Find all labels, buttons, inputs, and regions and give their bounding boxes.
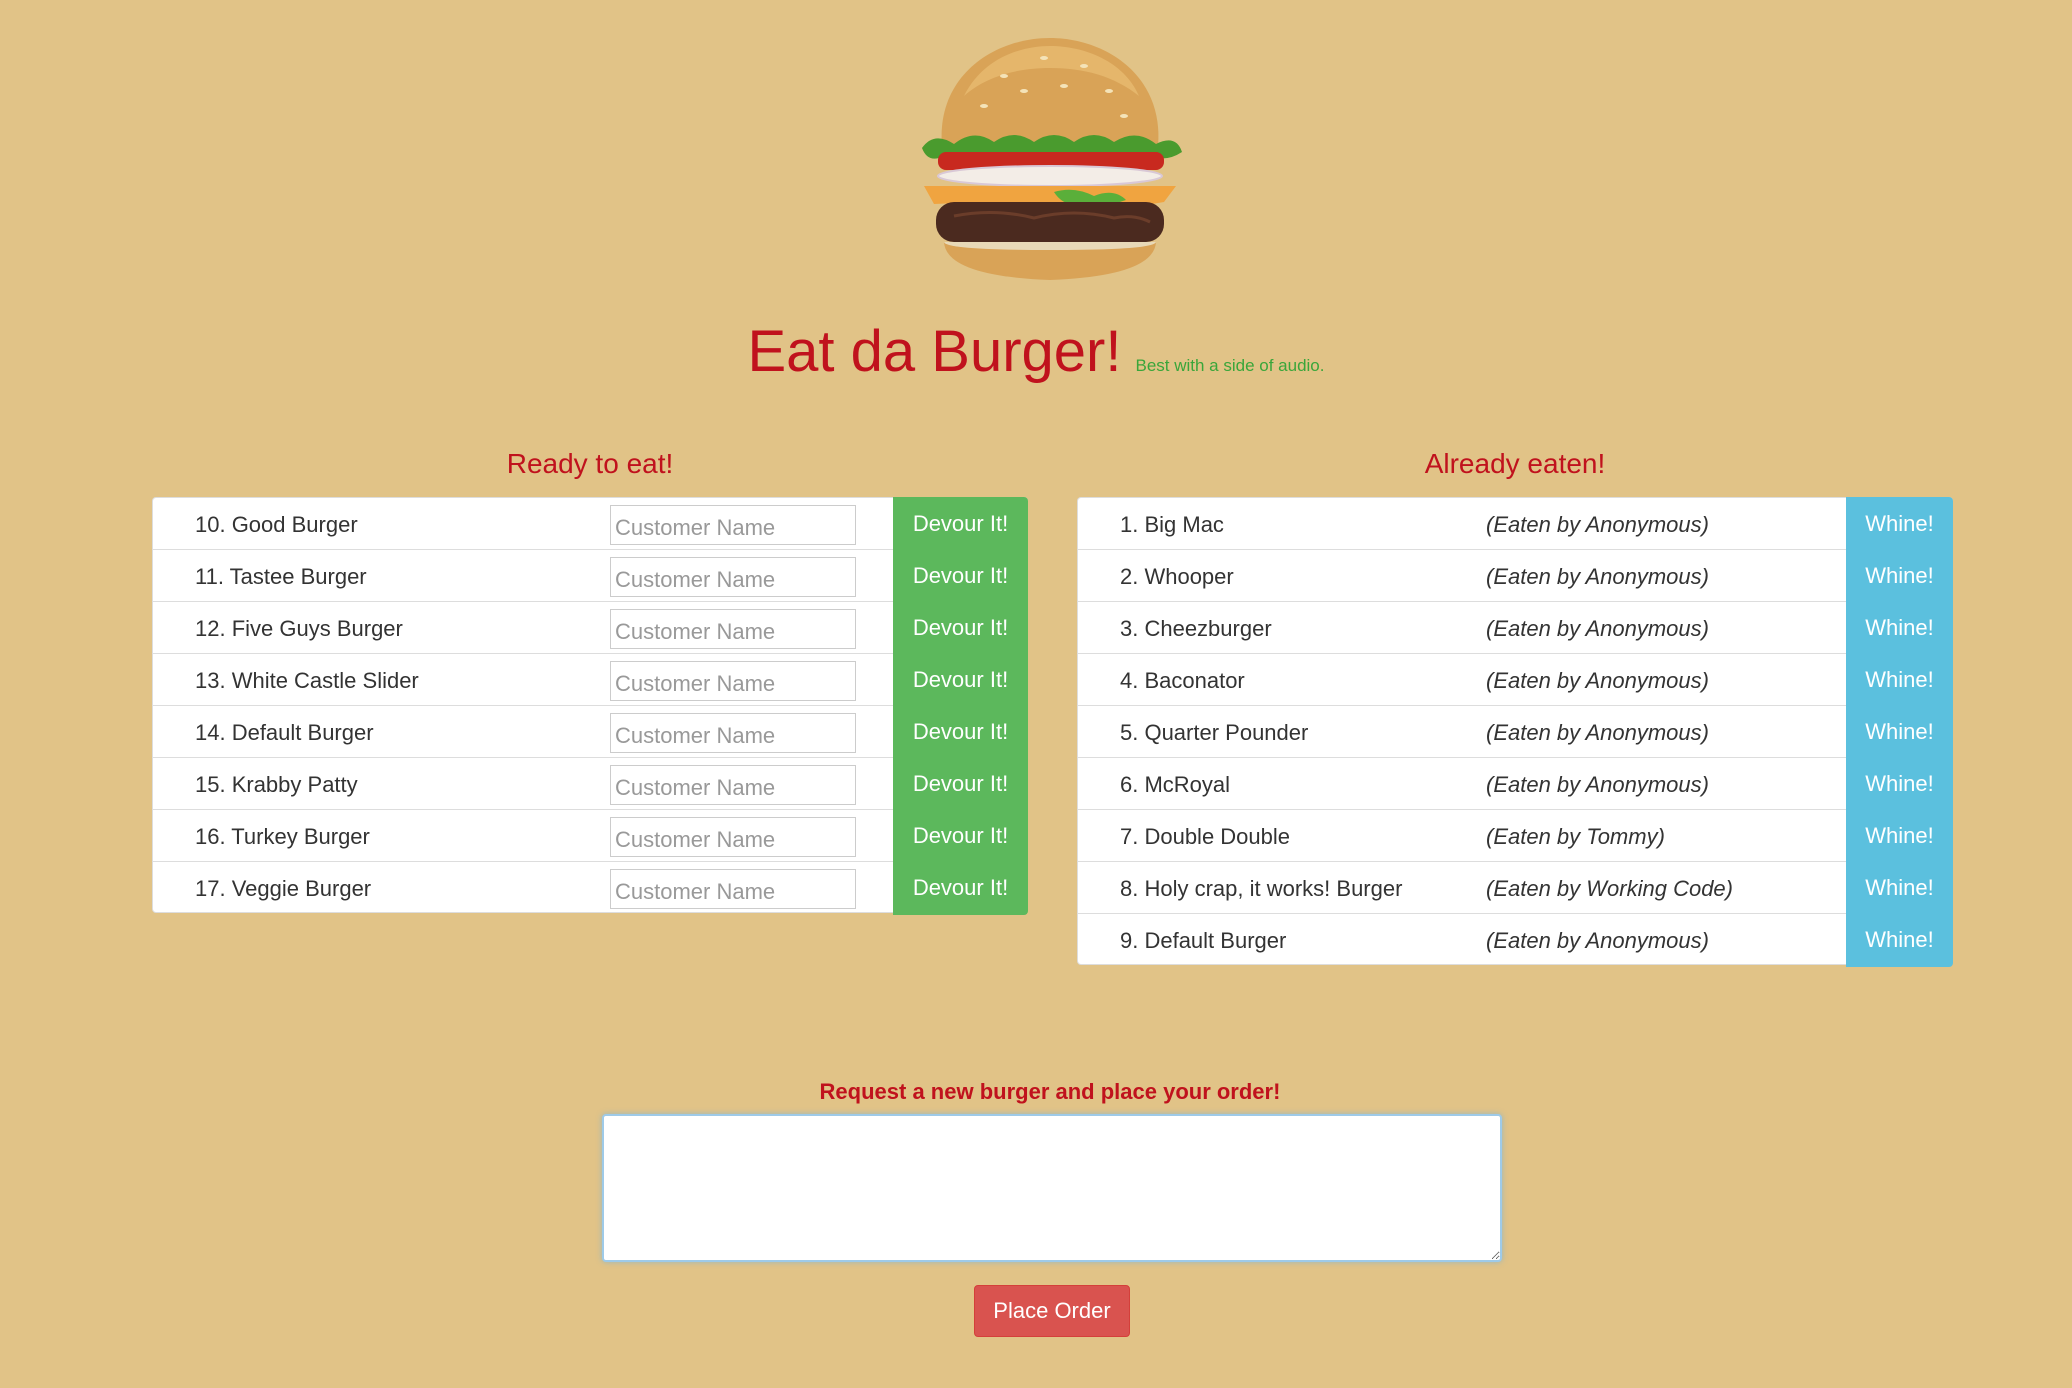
burger-name: 17. Veggie Burger [195, 876, 372, 901]
devour-button[interactable]: Devour It! [893, 601, 1028, 655]
ready-item: 12. Five Guys Burger Devour It! [152, 601, 1028, 655]
page-title: Eat da Burger! [747, 319, 1122, 384]
eaten-by-text: (Eaten by Working Code) [1486, 876, 1733, 901]
customer-name-input[interactable] [610, 869, 856, 909]
title-row: Eat da Burger! Best with a side of audio. [0, 318, 2072, 385]
whine-button[interactable]: Whine! [1846, 913, 1953, 967]
eaten-item: 6. McRoyal (Eaten by Anonymous) Whine! [1077, 757, 1953, 811]
devour-button[interactable]: Devour It! [893, 705, 1028, 759]
whine-button[interactable]: Whine! [1846, 653, 1953, 707]
burger-name: 5. Quarter Pounder [1120, 720, 1309, 745]
ready-item: 14. Default Burger Devour It! [152, 705, 1028, 759]
whine-button[interactable]: Whine! [1846, 705, 1953, 759]
eaten-item: 8. Holy crap, it works! Burger (Eaten by… [1077, 861, 1953, 915]
eaten-list: 1. Big Mac (Eaten by Anonymous) Whine! 2… [1077, 497, 1953, 967]
eaten-heading: Already eaten! [1424, 448, 1606, 479]
whine-button[interactable]: Whine! [1846, 757, 1953, 811]
eaten-by-text: (Eaten by Anonymous) [1486, 616, 1709, 641]
eaten-by-text: (Eaten by Anonymous) [1486, 928, 1709, 953]
whine-button[interactable]: Whine! [1846, 497, 1953, 551]
ready-item: 16. Turkey Burger Devour It! [152, 809, 1028, 863]
customer-name-input[interactable] [610, 609, 856, 649]
eaten-by-text: (Eaten by Anonymous) [1486, 720, 1709, 745]
eaten-item: 9. Default Burger (Eaten by Anonymous) W… [1077, 913, 1953, 967]
ready-item: 13. White Castle Slider Devour It! [152, 653, 1028, 707]
burger-name: 7. Double Double [1120, 824, 1291, 849]
place-order-button[interactable]: Place Order [974, 1285, 1130, 1337]
request-label: Request a new burger and place your orde… [819, 1079, 1281, 1104]
burger-name: 10. Good Burger [195, 512, 358, 537]
burger-name: 15. Krabby Patty [195, 772, 358, 797]
devour-button[interactable]: Devour It! [893, 861, 1028, 915]
eaten-by-text: (Eaten by Anonymous) [1486, 772, 1709, 797]
customer-name-input[interactable] [610, 661, 856, 701]
customer-name-input[interactable] [610, 817, 856, 857]
customer-name-input[interactable] [610, 765, 856, 805]
whine-button[interactable]: Whine! [1846, 809, 1953, 863]
burger-image [922, 38, 1182, 280]
ready-item: 11. Tastee Burger Devour It! [152, 549, 1028, 603]
eaten-item: 7. Double Double (Eaten by Tommy) Whine! [1077, 809, 1953, 863]
whine-button[interactable]: Whine! [1846, 861, 1953, 915]
burger-name: 12. Five Guys Burger [195, 616, 403, 641]
devour-button[interactable]: Devour It! [893, 757, 1028, 811]
eaten-item: 5. Quarter Pounder (Eaten by Anonymous) … [1077, 705, 1953, 759]
burger-name: 9. Default Burger [1120, 928, 1287, 953]
ready-item: 10. Good Burger Devour It! [152, 497, 1028, 551]
burger-name: 8. Holy crap, it works! Burger [1120, 876, 1403, 901]
burger-request-textarea[interactable] [602, 1114, 1502, 1262]
whine-button[interactable]: Whine! [1846, 549, 1953, 603]
devour-button[interactable]: Devour It! [893, 653, 1028, 707]
eaten-by-text: (Eaten by Anonymous) [1486, 512, 1709, 537]
customer-name-input[interactable] [610, 557, 856, 597]
burger-name: 6. McRoyal [1120, 772, 1231, 797]
burger-name: 11. Tastee Burger [195, 564, 367, 589]
page-subtitle: Best with a side of audio. [1135, 356, 1325, 375]
whine-button[interactable]: Whine! [1846, 601, 1953, 655]
burger-name: 13. White Castle Slider [195, 668, 419, 693]
customer-name-input[interactable] [610, 505, 856, 545]
burger-name: 2. Whooper [1120, 564, 1234, 589]
burger-name: 4. Baconator [1120, 668, 1245, 693]
eaten-by-text: (Eaten by Tommy) [1486, 824, 1665, 849]
ready-item: 15. Krabby Patty Devour It! [152, 757, 1028, 811]
burger-name: 3. Cheezburger [1120, 616, 1272, 641]
customer-name-input[interactable] [610, 713, 856, 753]
eaten-item: 4. Baconator (Eaten by Anonymous) Whine! [1077, 653, 1953, 707]
eaten-item: 1. Big Mac (Eaten by Anonymous) Whine! [1077, 497, 1953, 551]
eaten-by-text: (Eaten by Anonymous) [1486, 668, 1709, 693]
ready-heading: Ready to eat! [506, 448, 674, 479]
eaten-item: 3. Cheezburger (Eaten by Anonymous) Whin… [1077, 601, 1953, 655]
devour-button[interactable]: Devour It! [893, 549, 1028, 603]
eaten-by-text: (Eaten by Anonymous) [1486, 564, 1709, 589]
eaten-item: 2. Whooper (Eaten by Anonymous) Whine! [1077, 549, 1953, 603]
devour-button[interactable]: Devour It! [893, 497, 1028, 551]
ready-list: 10. Good Burger Devour It! 11. Tastee Bu… [152, 497, 1028, 915]
burger-name: 1. Big Mac [1120, 512, 1224, 537]
burger-name: 16. Turkey Burger [195, 824, 370, 849]
ready-item: 17. Veggie Burger Devour It! [152, 861, 1028, 915]
devour-button[interactable]: Devour It! [893, 809, 1028, 863]
burger-name: 14. Default Burger [195, 720, 374, 745]
